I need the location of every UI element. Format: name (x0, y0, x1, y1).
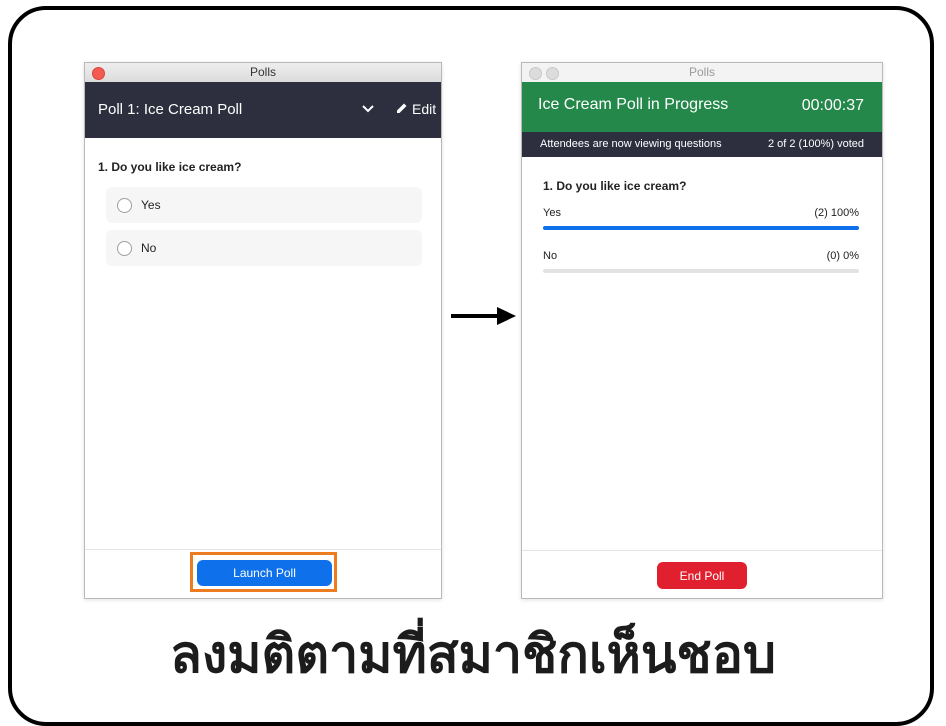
poll-progress-header: Ice Cream Poll in Progress 00:00:37 (522, 82, 882, 132)
close-window-icon[interactable] (529, 67, 542, 80)
result-label: Yes (543, 207, 561, 219)
status-bar: Attendees are now viewing questions 2 of… (522, 132, 882, 157)
minimize-window-icon[interactable] (546, 67, 559, 80)
poll-progress-title: Ice Cream Poll in Progress (538, 96, 729, 113)
voted-count: 2 of 2 (100%) voted (767, 138, 864, 150)
poll-option-yes[interactable]: Yes (106, 187, 422, 223)
result-bar-track (543, 226, 859, 230)
window-title: Polls (249, 65, 276, 79)
footer-divider (522, 550, 882, 551)
result-value: (2) 100% (814, 207, 859, 219)
result-label: No (543, 250, 558, 262)
result-bar-fill (543, 226, 859, 230)
pencil-icon (397, 103, 407, 113)
footer-divider (85, 549, 441, 550)
polls-window-setup: Polls Poll 1: Ice Cream Poll Edit 1. Do … (84, 62, 442, 599)
window-titlebar: Polls (522, 63, 882, 83)
result-bar-track (543, 269, 859, 273)
window-title: Polls (688, 65, 715, 79)
option-label: Yes (141, 198, 161, 212)
question-text: 1. Do you like ice cream? (98, 160, 242, 174)
option-label: No (141, 241, 157, 255)
caption-text: ลงมติตามที่สมาชิกเห็นชอบ (170, 625, 776, 685)
arrow-right-icon (451, 307, 516, 325)
launch-poll-button[interactable]: Launch Poll (197, 560, 332, 586)
chevron-down-icon[interactable] (361, 102, 375, 116)
question-text: 1. Do you like ice cream? (543, 179, 687, 193)
result-value: (0) 0% (826, 250, 859, 262)
radio-button[interactable] (117, 198, 132, 213)
window-titlebar: Polls (85, 63, 441, 83)
poll-option-no[interactable]: No (106, 230, 422, 266)
edit-button[interactable]: Edit (412, 101, 436, 117)
end-poll-button[interactable]: End Poll (657, 562, 747, 589)
radio-button[interactable] (117, 241, 132, 256)
poll-title: Poll 1: Ice Cream Poll (98, 101, 243, 118)
polls-window-results: Polls Ice Cream Poll in Progress 00:00:3… (521, 62, 883, 599)
close-window-icon[interactable] (92, 67, 105, 80)
poll-header: Poll 1: Ice Cream Poll Edit (85, 82, 441, 138)
poll-timer: 00:00:37 (801, 97, 864, 114)
status-text: Attendees are now viewing questions (540, 138, 722, 150)
